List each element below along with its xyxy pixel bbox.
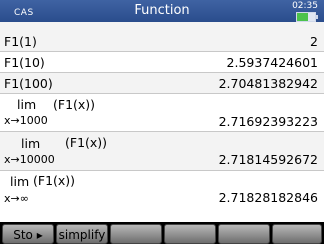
history-result: 2.71828182846 <box>218 190 318 205</box>
limit-symbol: lim <box>17 97 37 112</box>
limit-subscript: x→∞ <box>4 192 29 205</box>
limit-symbol: lim <box>21 136 41 151</box>
history-expression: F1(100) <box>4 76 53 91</box>
clock: 02:35 <box>292 1 318 11</box>
menu-button-empty-6[interactable] <box>272 224 322 244</box>
history-row[interactable]: F1(10) 2.5937424601 <box>0 52 324 73</box>
limit-argument: (F1(x)) <box>65 135 108 150</box>
menu-button-empty-3[interactable] <box>110 224 162 244</box>
history-result: 2 <box>310 34 318 49</box>
title-bar: CAS Function 02:35 <box>0 0 324 22</box>
history-result: 2.71692393223 <box>218 114 318 129</box>
history-expression: F1(1) <box>4 34 37 49</box>
app-title: Function <box>134 3 190 18</box>
menu-button-empty-4[interactable] <box>164 224 216 244</box>
history-row[interactable]: lim (F1(x)) x→10000 2.71814592672 <box>0 132 324 171</box>
history-row[interactable]: F1(100) 2.70481382942 <box>0 73 324 94</box>
history-result: 2.70481382942 <box>218 76 318 91</box>
history-result: 2.71814592672 <box>218 152 318 167</box>
history-result: 2.5937424601 <box>226 55 318 70</box>
limit-subscript: x→1000 <box>4 114 48 127</box>
sto-button[interactable]: Sto ▸ <box>2 224 54 244</box>
limit-symbol: lim <box>10 174 30 189</box>
soft-menu-bar: Sto ▸ simplify <box>0 222 324 244</box>
limit-subscript: x→10000 <box>4 153 55 166</box>
battery-icon <box>296 12 318 22</box>
history-list[interactable]: F1(1) 2 F1(10) 2.5937424601 F1(100) 2.70… <box>0 22 324 220</box>
history-row[interactable]: lim (F1(x)) x→1000 2.71692393223 <box>0 94 324 132</box>
limit-argument: (F1(x)) <box>53 97 96 112</box>
history-row[interactable]: F1(1) 2 <box>0 22 324 52</box>
history-expression: F1(10) <box>4 55 45 70</box>
menu-button-empty-5[interactable] <box>218 224 270 244</box>
limit-argument: (F1(x)) <box>33 173 76 188</box>
simplify-button[interactable]: simplify <box>56 224 108 244</box>
history-row[interactable]: lim (F1(x)) x→∞ 2.71828182846 <box>0 171 324 211</box>
